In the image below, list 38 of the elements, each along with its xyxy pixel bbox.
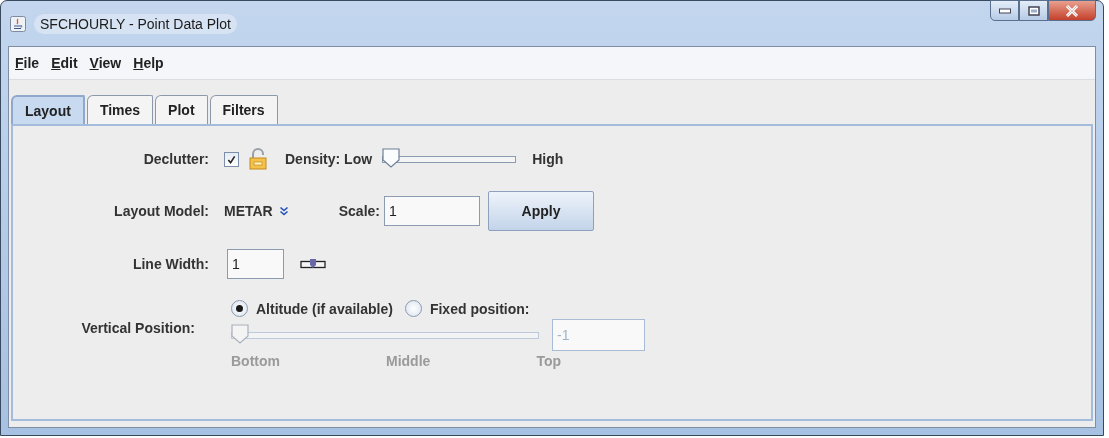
apply-button[interactable]: Apply xyxy=(488,191,594,231)
radio-option[interactable]: Fixed position: xyxy=(404,300,530,317)
slider-label: Top xyxy=(536,353,561,369)
slider-label: High xyxy=(532,151,564,167)
field-label: Vertical Position: xyxy=(80,318,196,338)
field-label: Scale: xyxy=(338,203,380,219)
line-width-icon[interactable] xyxy=(300,258,326,270)
tab[interactable]: Plot xyxy=(155,95,208,124)
tab[interactable]: Layout xyxy=(11,95,85,124)
window-title: SFCHOURLY - Point Data Plot xyxy=(34,13,237,34)
menu-item[interactable]: View xyxy=(89,55,122,71)
menu-item[interactable]: Help xyxy=(133,55,164,71)
line-width-field[interactable]: 1 xyxy=(227,249,284,279)
close-icon xyxy=(1065,4,1079,17)
minimize-icon xyxy=(998,7,1011,14)
density-slider[interactable] xyxy=(382,149,517,169)
layout-model-dropdown[interactable]: METAR xyxy=(224,203,289,219)
scale-field[interactable]: 1 xyxy=(384,196,480,226)
double-chevron-icon xyxy=(278,206,289,216)
slider-label: Bottom xyxy=(231,353,280,369)
maximize-icon xyxy=(1027,5,1040,16)
checkmark-icon xyxy=(227,154,236,164)
density-label: Density: Low xyxy=(285,151,373,167)
slider-thumb[interactable] xyxy=(382,148,401,168)
menu-item[interactable]: File xyxy=(15,55,40,71)
tab[interactable]: Filters xyxy=(209,95,278,124)
maximize-button[interactable] xyxy=(1019,0,1048,21)
field-label: Declutter: xyxy=(142,150,209,169)
app-icon xyxy=(10,15,26,32)
minimize-button[interactable] xyxy=(990,0,1019,21)
menu-item[interactable]: Edit xyxy=(51,55,78,71)
slider-label: Middle xyxy=(386,353,431,369)
radio-option[interactable]: Altitude (if available) xyxy=(231,300,393,317)
field-label: Line Width: xyxy=(131,255,209,274)
field-label: Layout Model: xyxy=(113,202,209,221)
tab[interactable]: Times xyxy=(86,95,154,124)
close-button[interactable] xyxy=(1048,0,1096,21)
declutter-checkbox[interactable] xyxy=(224,151,239,167)
